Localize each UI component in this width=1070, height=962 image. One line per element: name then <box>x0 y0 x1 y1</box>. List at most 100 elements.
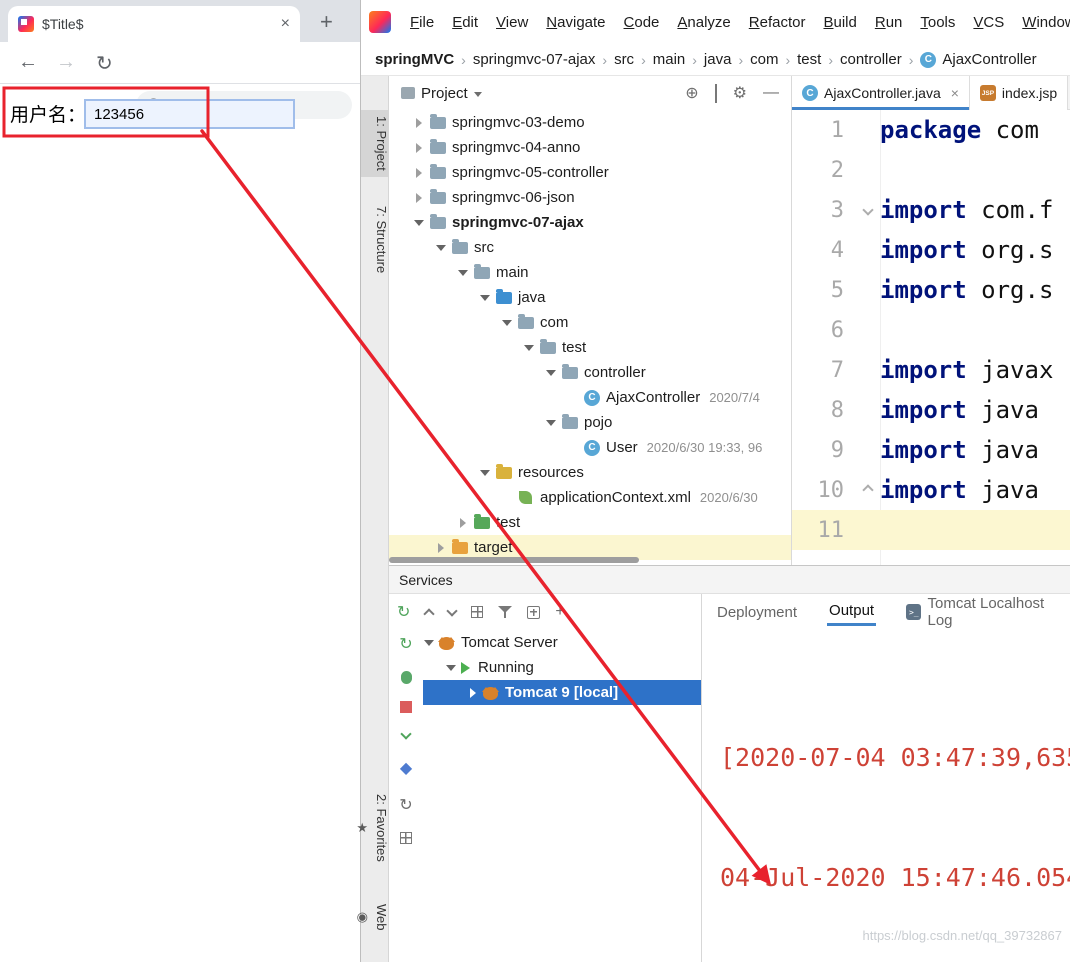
chevron-expanded-icon[interactable] <box>445 665 457 671</box>
code-editor[interactable]: 1 package com 2 3 import com.f 4 import org… <box>792 110 1070 565</box>
project-view-selector[interactable]: Project <box>421 85 468 102</box>
breadcrumb-item-class[interactable]: AjaxController <box>942 51 1036 68</box>
locate-file-icon[interactable]: ⊕ <box>685 83 698 103</box>
chevron-collapsed-icon[interactable] <box>435 543 447 553</box>
forward-icon[interactable]: → <box>56 51 76 74</box>
code-line[interactable]: 10 import java <box>792 470 1070 510</box>
line-number[interactable]: 7 <box>792 358 856 383</box>
close-tab-icon[interactable]: × <box>281 16 290 32</box>
chevron-expanded-icon[interactable] <box>435 245 447 251</box>
layout-icon[interactable] <box>400 832 412 844</box>
menu-analyze[interactable]: Analyze <box>668 10 739 35</box>
chevron-expanded-icon[interactable] <box>413 220 425 226</box>
line-number[interactable]: 11 <box>792 518 856 543</box>
menu-refactor[interactable]: Refactor <box>740 10 815 35</box>
tree-item-package[interactable]: test <box>389 335 791 360</box>
line-number[interactable]: 8 <box>792 398 856 423</box>
line-number[interactable]: 1 <box>792 118 856 143</box>
code-line[interactable]: 9 import java <box>792 430 1070 470</box>
code-line[interactable]: 8 import java <box>792 390 1070 430</box>
menu-view[interactable]: View <box>487 10 537 35</box>
code-line-current[interactable]: 11 <box>792 510 1070 550</box>
tree-item-resources-root[interactable]: resources <box>389 460 791 485</box>
menu-tools[interactable]: Tools <box>911 10 964 35</box>
line-number[interactable]: 2 <box>792 158 856 183</box>
breadcrumb-item[interactable]: test <box>797 51 821 68</box>
tab-output[interactable]: Output <box>827 598 877 626</box>
editor-tab-ajaxcontroller[interactable]: C AjaxController.java × <box>792 76 970 110</box>
reload-icon[interactable]: ↻ <box>96 51 113 76</box>
tree-item-module[interactable]: springmvc-05-controller <box>389 160 791 185</box>
tree-item-module[interactable]: springmvc-07-ajax <box>389 210 791 235</box>
code-line[interactable]: 1 package com <box>792 110 1070 150</box>
horizontal-scrollbar[interactable] <box>389 557 639 563</box>
filter-icon[interactable] <box>498 605 513 619</box>
line-number[interactable]: 10 <box>792 478 856 503</box>
code-line[interactable]: 7 import javax <box>792 350 1070 390</box>
toolbutton-project[interactable]: 1: Project <box>361 110 389 177</box>
menu-navigate[interactable]: Navigate <box>537 10 614 35</box>
restart-server-icon[interactable]: ↻ <box>399 634 412 654</box>
tree-item-xml-file[interactable]: applicationContext.xml 2020/6/30 <box>389 485 791 510</box>
browser-tab[interactable]: $Title$ × <box>8 6 300 42</box>
menu-window[interactable]: Window <box>1013 10 1070 35</box>
code-line[interactable]: 6 <box>792 310 1070 350</box>
menu-build[interactable]: Build <box>814 10 865 35</box>
chevron-collapsed-icon[interactable] <box>413 118 425 128</box>
tree-item-tomcat9-local[interactable]: Tomcat 9 [local] <box>423 680 701 705</box>
chevron-down-icon[interactable] <box>473 91 482 97</box>
code-line[interactable]: 2 <box>792 150 1070 190</box>
tree-item-module[interactable]: springmvc-06-json <box>389 185 791 210</box>
tree-item-tomcat-server[interactable]: Tomcat Server <box>423 630 701 655</box>
line-number[interactable]: 6 <box>792 318 856 343</box>
breadcrumb-item[interactable]: src <box>614 51 634 68</box>
toolbutton-favorites[interactable]: 2: Favorites ★ <box>356 788 389 868</box>
hide-panel-icon[interactable]: — <box>763 84 779 102</box>
close-tab-icon[interactable]: × <box>951 85 959 101</box>
menu-vcs[interactable]: VCS <box>964 10 1013 35</box>
toolbutton-web[interactable]: Web ◉ <box>357 898 389 937</box>
tree-item-class[interactable]: C User 2020/6/30 19:33, 96 <box>389 435 791 460</box>
expand-all-icon[interactable] <box>446 604 459 618</box>
chevron-collapsed-icon[interactable] <box>467 688 479 698</box>
tree-item-source-root[interactable]: java <box>389 285 791 310</box>
chevron-collapsed-icon[interactable] <box>413 193 425 203</box>
chevron-expanded-icon[interactable] <box>501 320 513 326</box>
code-line[interactable]: 3 import com.f <box>792 190 1070 230</box>
back-icon[interactable]: ← <box>18 51 38 74</box>
console-output[interactable]: [2020-07-04 03:47:39,635 04-Jul-2020 15:… <box>702 658 1070 962</box>
breadcrumb-item[interactable]: com <box>750 51 778 68</box>
chevron-expanded-icon[interactable] <box>523 345 535 351</box>
editor-tab-indexjsp[interactable]: JSP index.jsp <box>969 76 1069 110</box>
line-number[interactable]: 9 <box>792 438 856 463</box>
tab-deployment[interactable]: Deployment <box>715 600 799 625</box>
chevron-collapsed-icon[interactable] <box>457 518 469 528</box>
rerun-icon[interactable]: ↻ <box>397 602 410 622</box>
chevron-expanded-icon[interactable] <box>545 370 557 376</box>
menu-run[interactable]: Run <box>866 10 912 35</box>
menu-code[interactable]: Code <box>615 10 669 35</box>
chevron-collapsed-icon[interactable] <box>413 168 425 178</box>
line-number[interactable]: 3 <box>792 198 856 223</box>
code-line[interactable]: 5 import org.s <box>792 270 1070 310</box>
tree-item-running[interactable]: Running <box>423 655 701 680</box>
toolbutton-structure[interactable]: 7: Structure <box>361 200 389 279</box>
settings-gear-icon[interactable]: ⚙ <box>733 83 747 103</box>
add-service-icon[interactable] <box>527 605 541 619</box>
breadcrumb-item[interactable]: java <box>704 51 732 68</box>
new-tab-button[interactable]: + <box>320 9 333 35</box>
deploy-icon[interactable] <box>400 728 412 741</box>
chevron-expanded-icon[interactable] <box>457 270 469 276</box>
tree-item-folder[interactable]: src <box>389 235 791 260</box>
stop-icon[interactable] <box>400 701 412 713</box>
menu-edit[interactable]: Edit <box>443 10 487 35</box>
fold-marker-icon[interactable] <box>856 484 880 496</box>
breadcrumb-item[interactable]: springMVC <box>375 51 454 68</box>
breadcrumb-item[interactable]: main <box>653 51 686 68</box>
chevron-expanded-icon[interactable] <box>423 640 435 646</box>
tree-item-module[interactable]: springmvc-04-anno <box>389 135 791 160</box>
fold-marker-icon[interactable] <box>856 204 880 216</box>
menu-file[interactable]: File <box>401 10 443 35</box>
code-line[interactable]: 4 import org.s <box>792 230 1070 270</box>
group-by-icon[interactable] <box>471 606 484 618</box>
